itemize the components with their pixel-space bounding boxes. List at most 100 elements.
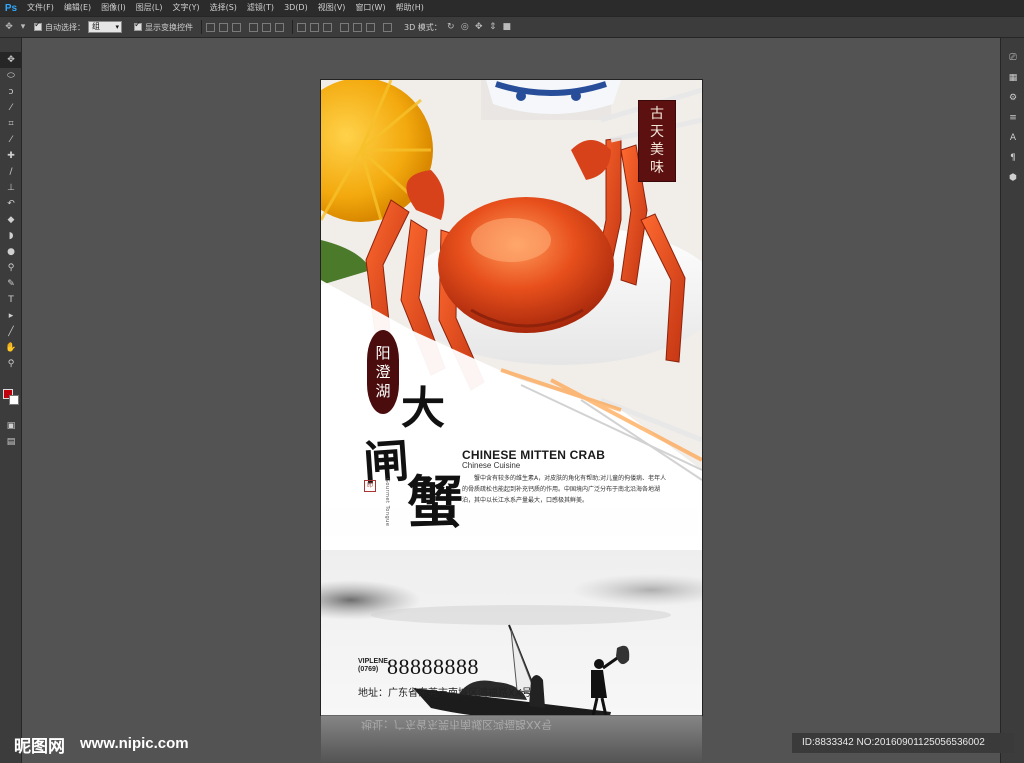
align-hcenter-icon[interactable] xyxy=(262,22,271,32)
stamp-char: 古 xyxy=(650,106,664,122)
phone-label-bottom: (0769) xyxy=(358,666,379,673)
menu-file[interactable]: 文件(F) xyxy=(22,0,59,16)
align-vcenter-icon[interactable] xyxy=(219,22,228,32)
auto-select-checkbox[interactable] xyxy=(34,20,42,31)
scale-3d-icon[interactable]: ■ xyxy=(502,22,512,32)
menu-filter[interactable]: 滤镜(T) xyxy=(242,0,279,16)
distribute-hcenter-icon[interactable] xyxy=(353,22,362,32)
vertical-tagline: Gourmet Tongue xyxy=(384,478,390,527)
mode-3d: 3D 模式： xyxy=(404,22,442,33)
move-tool-preset-icon[interactable]: ✥ xyxy=(4,22,14,32)
tools-panel: ✥ ⬭ ↄ ⁄ ⌗ ⁄ ✚ / ⊥ ↶ ◆ ◗ ● ⚲ ✎ T ▸ ╱ ✋ ⚲ … xyxy=(0,38,22,763)
badge-char: 澄 xyxy=(375,362,391,381)
show-transform-option[interactable]: 显示变换控件 xyxy=(134,20,193,33)
align-top-icon[interactable] xyxy=(206,22,215,32)
blur-tool-icon[interactable]: ● xyxy=(0,244,22,260)
distribute-vcenter-icon[interactable] xyxy=(310,22,319,32)
distribute-right-icon[interactable] xyxy=(366,22,375,32)
align-bottom-icon[interactable] xyxy=(232,22,241,32)
menu-layer[interactable]: 图层(L) xyxy=(131,0,168,16)
menu-window[interactable]: 窗口(W) xyxy=(350,0,390,16)
line-tool-icon[interactable]: ╱ xyxy=(0,324,22,340)
menu-edit[interactable]: 编辑(E) xyxy=(59,0,96,16)
small-seal-icon: 印 xyxy=(364,480,376,492)
stamp-char: 美 xyxy=(650,142,664,158)
history-panel-icon[interactable]: ⎚ xyxy=(1001,48,1024,68)
auto-select-label: 自动选择： xyxy=(45,22,85,32)
menu-type[interactable]: 文字(Y) xyxy=(167,0,204,16)
align-left-icon[interactable] xyxy=(249,22,258,32)
dock-grip xyxy=(1001,38,1024,48)
badge-char: 湖 xyxy=(375,381,391,400)
distribute-left-icon[interactable] xyxy=(340,22,349,32)
menu-help[interactable]: 帮助(H) xyxy=(391,0,429,16)
distribute-top-icon[interactable] xyxy=(297,22,306,32)
menu-bar: Ps 文件(F) 编辑(E) 图像(I) 图层(L) 文字(Y) 选择(S) 滤… xyxy=(0,0,1024,16)
clone-stamp-tool-icon[interactable]: ⊥ xyxy=(0,180,22,196)
history-brush-tool-icon[interactable]: ↶ xyxy=(0,196,22,212)
options-bar: ✥ ▾ 自动选择： 组 显示变换控件 3D 模式： ↻ ◎ ✥ ⇕ xyxy=(0,16,1024,38)
slide-3d-icon[interactable]: ⇕ xyxy=(488,22,498,32)
pen-tool-icon[interactable]: ✎ xyxy=(0,276,22,292)
healing-brush-tool-icon[interactable]: ✚ xyxy=(0,148,22,164)
lasso-tool-icon[interactable]: ↄ xyxy=(0,84,22,100)
english-title: CHINESE MITTEN CRAB xyxy=(462,448,606,462)
quick-mask-icon[interactable]: ▣ xyxy=(0,418,22,434)
path-select-tool-icon[interactable]: ▸ xyxy=(0,308,22,324)
toolbar-grip xyxy=(0,38,21,52)
drag-3d-icon[interactable]: ✥ xyxy=(474,22,484,32)
roll-3d-icon[interactable]: ◎ xyxy=(460,22,470,32)
address-text: 地址：广东省东莞市南城区鸿福路XX号 xyxy=(358,688,532,699)
rotate-3d-icon[interactable]: ↻ xyxy=(446,22,456,32)
poster-reflection: 地址：广东省东莞市南城区鸿福路XX号 xyxy=(321,715,702,763)
3d-panel-icon[interactable]: ⬢ xyxy=(1001,168,1024,188)
phone-label-top: VIPLENE xyxy=(358,658,388,665)
auto-align-icon[interactable] xyxy=(383,22,392,32)
paragraph-panel-icon[interactable]: ¶ xyxy=(1001,148,1024,168)
auto-select-dropdown[interactable]: 组 xyxy=(88,21,122,33)
brush-settings-icon[interactable]: ≡ xyxy=(1001,108,1024,128)
show-transform-checkbox[interactable] xyxy=(134,20,142,31)
character-panel-icon[interactable]: A xyxy=(1001,128,1024,148)
menu-view[interactable]: 视图(V) xyxy=(313,0,351,16)
hand-tool-icon[interactable]: ✋ xyxy=(0,340,22,356)
menu-3d[interactable]: 3D(D) xyxy=(279,0,313,16)
align-right-icon[interactable] xyxy=(275,22,284,32)
stamp-char: 天 xyxy=(650,124,664,140)
photoshop-window: Ps 文件(F) 编辑(E) 图像(I) 图层(L) 文字(Y) 选择(S) 滤… xyxy=(0,0,1024,763)
divider xyxy=(292,20,293,34)
auto-select-option[interactable]: 自动选择： 组 xyxy=(34,20,122,33)
divider xyxy=(201,20,202,34)
title-char: 大 xyxy=(401,383,445,434)
paint-bucket-tool-icon[interactable]: ◗ xyxy=(0,228,22,244)
chevron-down-icon[interactable]: ▾ xyxy=(18,22,28,32)
phone-number: 88888888 xyxy=(387,654,479,679)
type-tool-icon[interactable]: T xyxy=(0,292,22,308)
move-tool-icon[interactable]: ✥ xyxy=(0,52,22,68)
menu-select[interactable]: 选择(S) xyxy=(205,0,242,16)
english-subtitle: Chinese Cuisine xyxy=(462,461,521,470)
properties-panel-icon[interactable]: ▦ xyxy=(1001,68,1024,88)
eyedropper-tool-icon[interactable]: ⁄ xyxy=(0,132,22,148)
phone-label: VIPLENE (0769) xyxy=(358,658,388,674)
title-char: 蟹 xyxy=(407,470,463,536)
crop-tool-icon[interactable]: ⌗ xyxy=(0,116,22,132)
dodge-tool-icon[interactable]: ⚲ xyxy=(0,260,22,276)
seal-stamp: 古 天 美 味 xyxy=(638,100,676,182)
mode-3d-label: 3D 模式： xyxy=(404,22,442,32)
show-transform-label: 显示变换控件 xyxy=(145,22,193,32)
distribute-bottom-icon[interactable] xyxy=(323,22,332,32)
screen-mode-icon[interactable]: ▤ xyxy=(0,434,22,450)
badge-char: 阳 xyxy=(375,343,391,362)
eraser-tool-icon[interactable]: ◆ xyxy=(0,212,22,228)
app-logo: Ps xyxy=(4,2,18,14)
poster-document[interactable]: 古 天 美 味 阳 澄 湖 大 闸 蟹 印 Gourmet Tongue CHI… xyxy=(321,80,702,715)
zoom-tool-icon[interactable]: ⚲ xyxy=(0,356,22,372)
menu-image[interactable]: 图像(I) xyxy=(96,0,131,16)
brush-tool-icon[interactable]: / xyxy=(0,164,22,180)
background-color-swatch[interactable] xyxy=(9,395,19,405)
image-id-label: ID:8833342 NO:20160901125056536002 xyxy=(792,733,1014,753)
adjustments-panel-icon[interactable]: ⚙ xyxy=(1001,88,1024,108)
marquee-tool-icon[interactable]: ⬭ xyxy=(0,68,22,84)
quick-select-tool-icon[interactable]: ⁄ xyxy=(0,100,22,116)
